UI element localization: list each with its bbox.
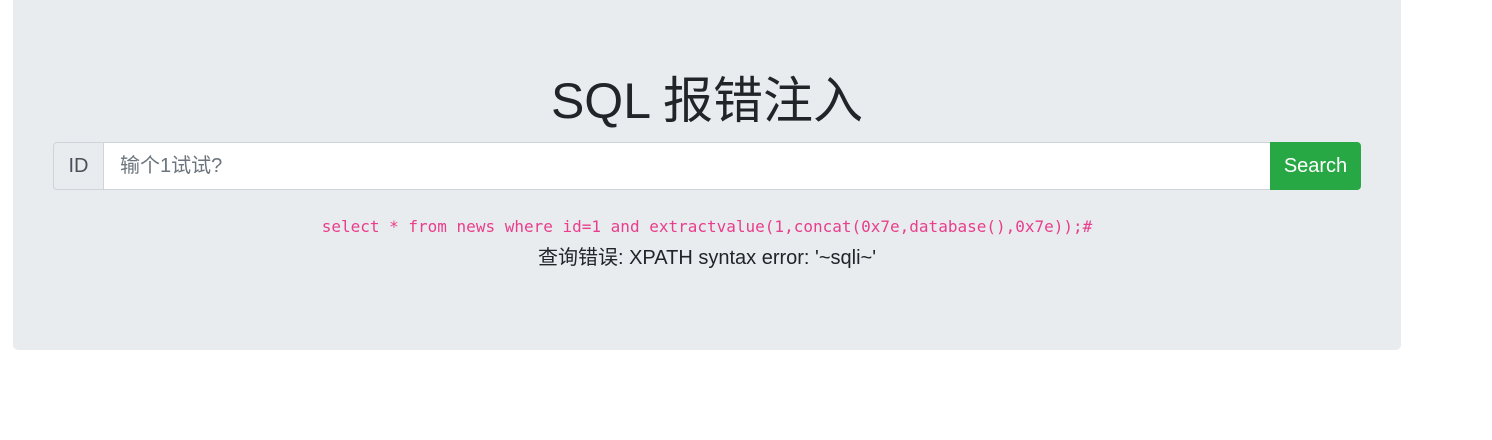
search-button[interactable]: Search [1270, 142, 1361, 190]
jumbotron-panel: SQL 报错注入 ID Search select * from news wh… [13, 0, 1401, 350]
search-form: ID Search [53, 142, 1361, 190]
sql-query-text: select * from news where id=1 and extrac… [321, 217, 1093, 236]
page-title: SQL 报错注入 [550, 73, 864, 129]
id-prefix-label: ID [53, 142, 103, 190]
query-error-message: 查询错误: XPATH syntax error: '~sqli~' [537, 247, 877, 269]
id-search-input[interactable] [103, 142, 1270, 190]
